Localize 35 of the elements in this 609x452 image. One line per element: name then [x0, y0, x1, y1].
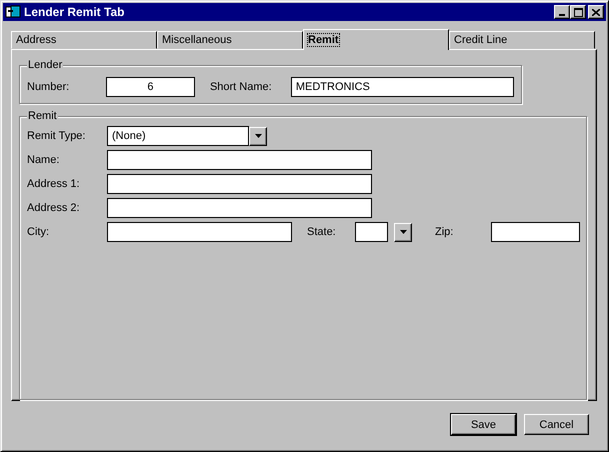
- state-field[interactable]: [355, 222, 388, 242]
- remit-type-dropdown[interactable]: (None): [107, 126, 249, 146]
- minimize-button[interactable]: [554, 5, 570, 19]
- field-label: Address 2:: [27, 202, 81, 214]
- close-button[interactable]: [588, 5, 604, 19]
- maximize-icon: [574, 8, 582, 16]
- address-field[interactable]: [107, 174, 372, 194]
- tab[interactable]: Address: [11, 31, 157, 49]
- zip-field[interactable]: [491, 222, 580, 242]
- window-title: Lender Remit Tab: [24, 5, 126, 19]
- dialog-button[interactable]: Cancel: [524, 414, 589, 435]
- dropdown-button[interactable]: [394, 222, 412, 242]
- tab[interactable]: Remit: [303, 29, 449, 50]
- address-field[interactable]: [107, 198, 372, 218]
- field-label: Zip:: [435, 226, 454, 238]
- maximize-button[interactable]: [570, 5, 586, 19]
- field-label: Short Name:: [210, 80, 273, 92]
- name-field[interactable]: [107, 150, 372, 170]
- field-label: Name:: [27, 154, 60, 166]
- tab[interactable]: Credit Line: [449, 31, 595, 49]
- tab[interactable]: Miscellaneous: [157, 31, 303, 49]
- field-label: Remit Type:: [27, 130, 86, 142]
- caret-icon: [254, 134, 262, 138]
- number-field[interactable]: 6: [106, 76, 195, 96]
- app-icon: [5, 5, 21, 19]
- close-icon: [592, 8, 600, 16]
- field-label: State:: [307, 226, 337, 238]
- short-name-field[interactable]: MEDTRONICS: [290, 76, 514, 96]
- field-label: Number:: [27, 80, 70, 92]
- caret-icon: [400, 230, 406, 234]
- field-label: City:: [27, 226, 50, 238]
- field-label: Address 1:: [27, 178, 81, 190]
- city-field[interactable]: [107, 222, 292, 242]
- dialog-button[interactable]: Save: [451, 414, 516, 435]
- dropdown-button[interactable]: [249, 126, 267, 146]
